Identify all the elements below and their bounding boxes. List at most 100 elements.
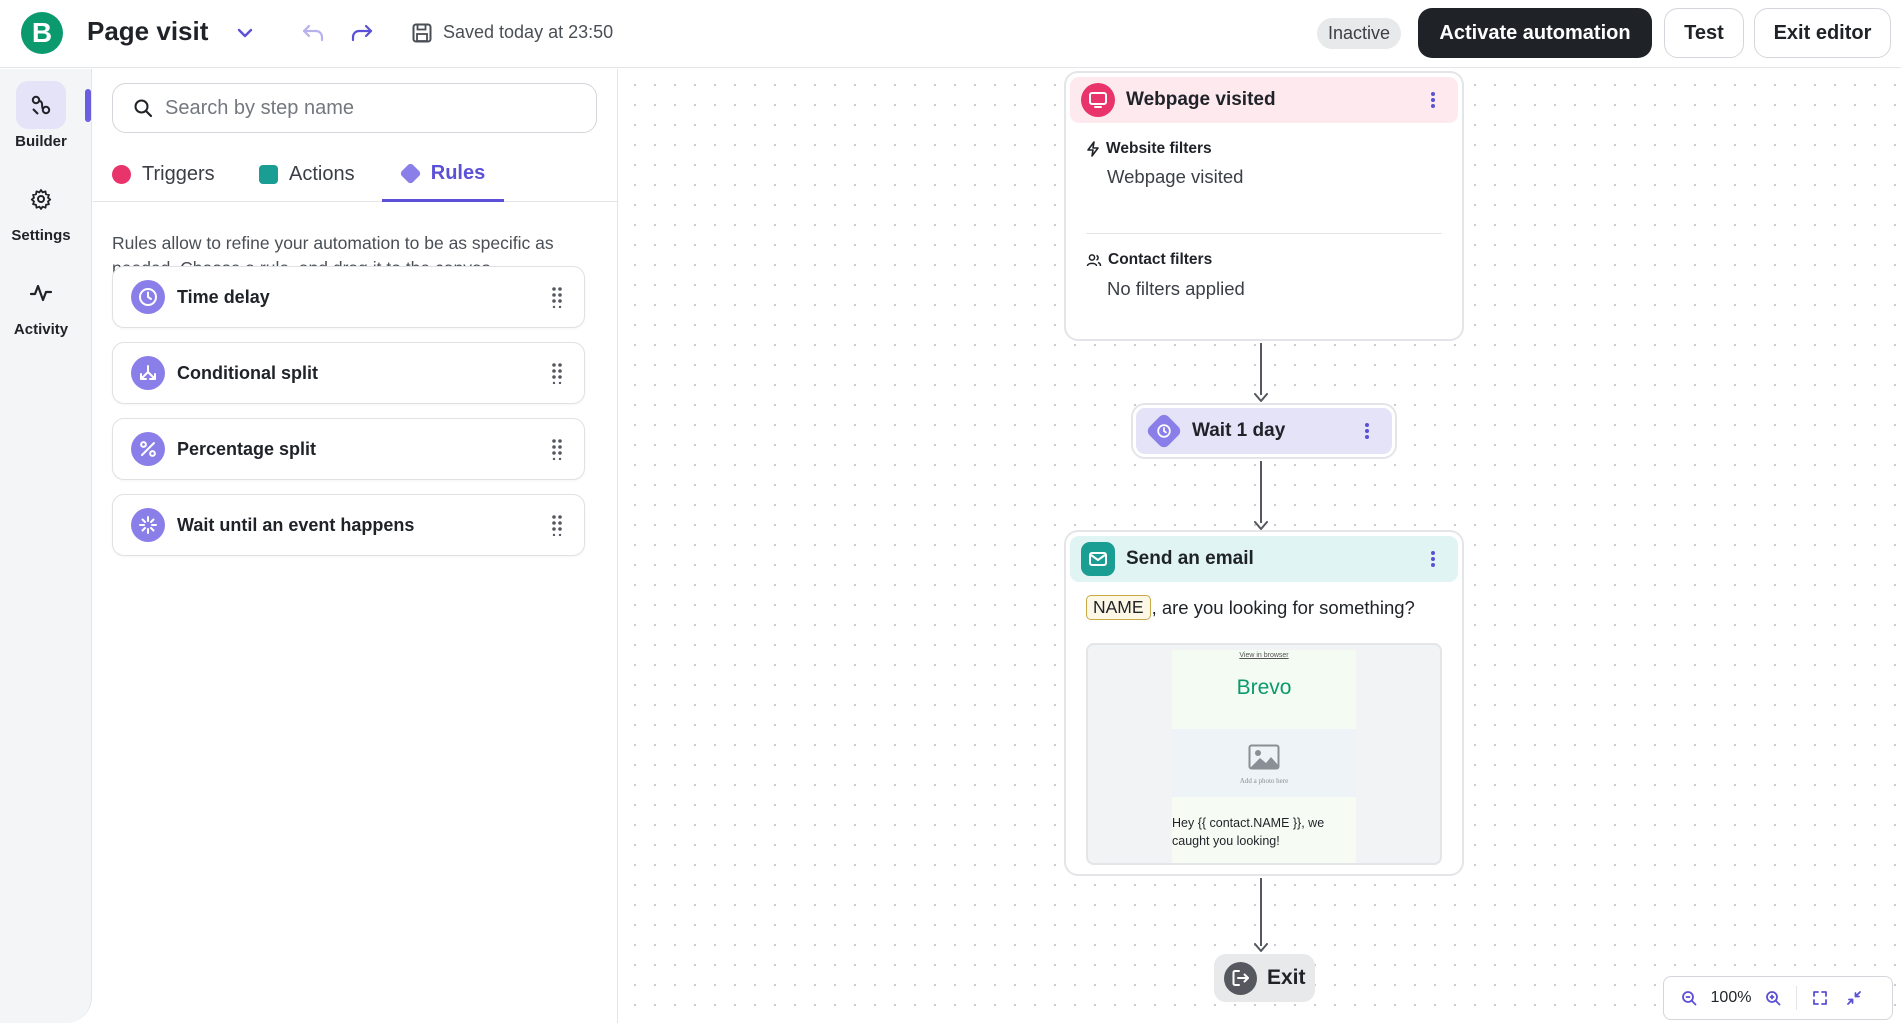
- image-placeholder-icon: [1248, 744, 1280, 770]
- fit-screen-icon: [1813, 991, 1827, 1005]
- redo-icon: [351, 24, 373, 42]
- clock-icon: [1157, 424, 1171, 438]
- steps-panel: Triggers Actions Rules Rules allow to re…: [93, 69, 618, 1023]
- zoom-in-button[interactable]: [1756, 981, 1790, 1015]
- saved-status-text: Saved today at 23:50: [443, 22, 614, 42]
- envelope-icon: [1089, 552, 1107, 566]
- undo-button[interactable]: [298, 18, 328, 48]
- website-filters-value: Webpage visited: [1107, 166, 1244, 187]
- brevo-logo[interactable]: B: [21, 12, 63, 54]
- redo-button[interactable]: [347, 18, 377, 48]
- email-node-menu-button[interactable]: [1418, 544, 1448, 574]
- email-subject-text: , are you looking for something?: [1151, 596, 1415, 618]
- preview-photo-caption: Add a photo here: [1239, 777, 1289, 785]
- rule-label: Conditional split: [177, 362, 318, 383]
- page-title: Page visit: [87, 16, 209, 46]
- zoom-in-icon: [1766, 991, 1781, 1006]
- exit-door-icon: [1232, 970, 1249, 986]
- rule-label: Wait until an event happens: [177, 514, 415, 535]
- email-preview-thumbnail[interactable]: View in browser Brevo Add a photo here H…: [1086, 643, 1442, 865]
- gear-icon: [30, 189, 52, 210]
- connector-line: [1260, 878, 1262, 946]
- email-preview-body: View in browser Brevo Add a photo here H…: [1172, 650, 1356, 863]
- tab-triggers-label: Triggers: [142, 163, 215, 185]
- trigger-node-webpage-visited[interactable]: Webpage visited Website filters Webpage …: [1064, 71, 1464, 341]
- drag-handle-icon[interactable]: [550, 286, 564, 308]
- email-node-send-an-email[interactable]: Send an email NAME , are you looking for…: [1064, 530, 1464, 876]
- contact-filters-value: No filters applied: [1107, 278, 1245, 299]
- rail-item-settings[interactable]: Settings: [0, 175, 82, 244]
- website-filters-heading: Website filters: [1086, 140, 1212, 158]
- search-icon: [134, 99, 153, 118]
- rail-item-activity[interactable]: Activity: [0, 269, 82, 338]
- lightning-icon: [1087, 141, 1099, 157]
- percent-icon: [140, 441, 156, 457]
- drag-handle-icon[interactable]: [550, 438, 564, 460]
- email-node-header: Send an email: [1070, 536, 1458, 582]
- rule-label: Percentage split: [177, 438, 317, 459]
- triggers-dot-icon: [112, 165, 131, 184]
- status-badge: Inactive: [1317, 18, 1402, 49]
- wait-node[interactable]: Wait 1 day: [1131, 403, 1397, 459]
- search-box[interactable]: [112, 83, 597, 133]
- monitor-icon: [1089, 92, 1107, 108]
- contacts-icon: [1086, 254, 1102, 267]
- filters-divider: [1086, 233, 1442, 234]
- rule-card-conditional-split[interactable]: Conditional split: [112, 342, 585, 404]
- collapse-view-button[interactable]: [1837, 981, 1871, 1015]
- arrow-down-icon: [1254, 943, 1268, 952]
- search-input[interactable]: [165, 96, 585, 120]
- tab-actions-label: Actions: [289, 163, 355, 185]
- tab-rules[interactable]: Rules: [382, 147, 504, 202]
- contact-filters-heading: Contact filters: [1086, 251, 1212, 269]
- connector-line: [1260, 343, 1262, 395]
- zoom-controls: 100%: [1663, 976, 1893, 1020]
- clock-icon: [139, 288, 157, 306]
- connector-line: [1260, 461, 1262, 523]
- chevron-down-icon: [237, 28, 253, 38]
- fit-to-screen-button[interactable]: [1803, 981, 1837, 1015]
- rule-card-percentage-split[interactable]: Percentage split: [112, 418, 585, 480]
- rail-active-indicator: [85, 89, 91, 122]
- collapse-arrows-icon: [1847, 991, 1861, 1005]
- rule-card-wait-until-event[interactable]: Wait until an event happens: [112, 494, 585, 556]
- builder-icon: [31, 95, 51, 115]
- kebab-menu-icon: [1431, 92, 1435, 108]
- email-node-title: Send an email: [1126, 548, 1254, 569]
- wait-node-menu-button[interactable]: [1352, 416, 1382, 446]
- exit-editor-button[interactable]: Exit editor: [1754, 8, 1891, 58]
- rules-diamond-icon: [399, 161, 422, 185]
- test-button[interactable]: Test: [1664, 8, 1744, 58]
- undo-icon: [302, 24, 324, 42]
- zoom-out-button[interactable]: [1672, 981, 1706, 1015]
- arrow-down-icon: [1254, 393, 1268, 402]
- rail-label-settings: Settings: [11, 227, 71, 244]
- rail-label-builder: Builder: [15, 133, 67, 150]
- wait-node-title: Wait 1 day: [1192, 420, 1286, 441]
- actions-square-icon: [259, 165, 278, 184]
- split-arrows-icon: [140, 365, 156, 380]
- trigger-node-menu-button[interactable]: [1418, 85, 1448, 115]
- rail-label-activity: Activity: [13, 321, 69, 338]
- rail-item-builder[interactable]: Builder: [0, 81, 82, 150]
- top-bar: B Page visit Saved today at 23:50 Inacti…: [0, 0, 1901, 68]
- drag-handle-icon[interactable]: [550, 362, 564, 384]
- name-placeholder-chip: NAME: [1086, 595, 1151, 620]
- trigger-node-header: Webpage visited: [1070, 77, 1458, 123]
- drag-handle-icon[interactable]: [550, 514, 564, 536]
- title-dropdown-button[interactable]: [232, 18, 258, 48]
- panel-tabs: Triggers Actions Rules: [93, 147, 618, 202]
- zoom-out-icon: [1682, 991, 1697, 1006]
- tab-triggers[interactable]: Triggers: [112, 147, 215, 202]
- activate-automation-button[interactable]: Activate automation: [1418, 8, 1652, 58]
- rule-card-time-delay[interactable]: Time delay: [112, 266, 585, 328]
- activity-pulse-icon: [29, 284, 53, 302]
- exit-node[interactable]: Exit: [1214, 954, 1315, 1002]
- rule-label: Time delay: [177, 286, 270, 307]
- view-in-browser-link: View in browser: [1239, 652, 1289, 659]
- sparkle-icon: [139, 516, 157, 534]
- tab-actions[interactable]: Actions: [259, 147, 355, 202]
- workflow-canvas[interactable]: Webpage visited Website filters Webpage …: [619, 69, 1901, 1023]
- preview-brand-logo: Brevo: [1236, 676, 1292, 699]
- tab-rules-label: Rules: [430, 161, 486, 184]
